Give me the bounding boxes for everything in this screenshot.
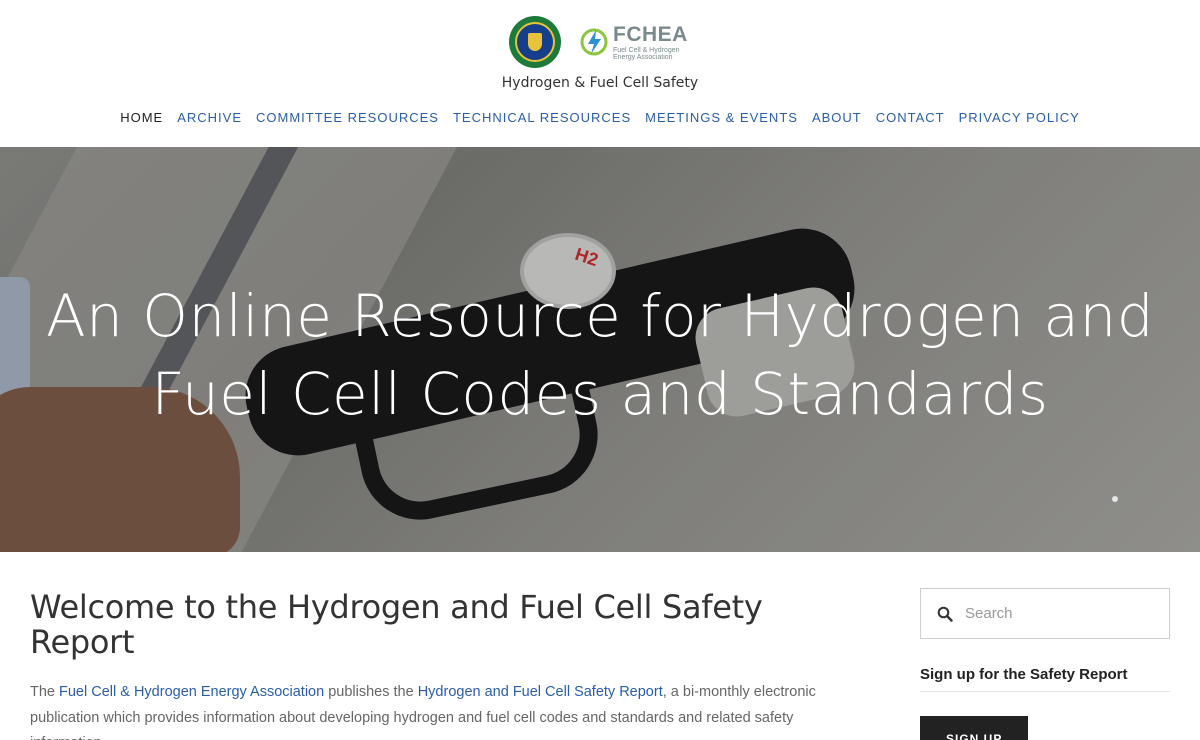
- signup-button[interactable]: SIGN UP: [920, 716, 1029, 740]
- search-box[interactable]: [920, 588, 1170, 639]
- hero-title-line1: An Online Resource for Hydrogen and: [45, 282, 1155, 350]
- nav-technical-resources[interactable]: TECHNICAL RESOURCES: [453, 110, 631, 125]
- nav-meetings-events[interactable]: MEETINGS & EVENTS: [645, 110, 798, 125]
- logo-bar: FCHEA Fuel Cell & Hydrogen Energy Associ…: [0, 16, 1200, 68]
- fchea-subtitle: Fuel Cell & Hydrogen Energy Association: [613, 46, 680, 61]
- doe-seal-icon[interactable]: [509, 16, 561, 68]
- intro-paragraph: The Fuel Cell & Hydrogen Energy Associat…: [30, 680, 860, 740]
- search-input[interactable]: [965, 605, 1145, 622]
- main-nav: HOME ARCHIVE COMMITTEE RESOURCES TECHNIC…: [0, 110, 1200, 125]
- nav-about[interactable]: ABOUT: [812, 110, 862, 125]
- fchea-bolt-icon: [580, 28, 608, 56]
- hero-banner: H2 An Online Resource for Hydrogen and F…: [0, 147, 1200, 552]
- fchea-link[interactable]: Fuel Cell & Hydrogen Energy Association: [59, 684, 324, 700]
- site-title[interactable]: Hydrogen & Fuel Cell Safety: [0, 75, 1200, 91]
- hero-title-line2: Fuel Cell Codes and Standards: [151, 360, 1049, 428]
- main-content: Welcome to the Hydrogen and Fuel Cell Sa…: [30, 588, 860, 740]
- intro-text-2: publishes the: [324, 684, 418, 701]
- sidebar: Sign up for the Safety Report SIGN UP: [920, 588, 1170, 740]
- hero-title: An Online Resource for Hydrogen and Fuel…: [0, 277, 1200, 433]
- safety-report-link[interactable]: Hydrogen and Fuel Cell Safety Report: [418, 684, 663, 700]
- nav-committee-resources[interactable]: COMMITTEE RESOURCES: [256, 110, 439, 125]
- search-icon: [937, 606, 953, 622]
- page-title: Welcome to the Hydrogen and Fuel Cell Sa…: [30, 588, 763, 662]
- nav-privacy-policy[interactable]: PRIVACY POLICY: [959, 110, 1080, 125]
- slider-dot[interactable]: [1112, 496, 1118, 502]
- fchea-logo[interactable]: FCHEA Fuel Cell & Hydrogen Energy Associ…: [579, 24, 691, 61]
- intro-text-1: The: [30, 684, 60, 701]
- nav-home[interactable]: HOME: [120, 110, 163, 125]
- fchea-name: FCHEA: [613, 22, 688, 46]
- site-header: FCHEA Fuel Cell & Hydrogen Energy Associ…: [0, 0, 1200, 147]
- nav-contact[interactable]: CONTACT: [876, 110, 945, 125]
- nav-archive[interactable]: ARCHIVE: [177, 110, 242, 125]
- signup-heading: Sign up for the Safety Report: [920, 666, 1170, 692]
